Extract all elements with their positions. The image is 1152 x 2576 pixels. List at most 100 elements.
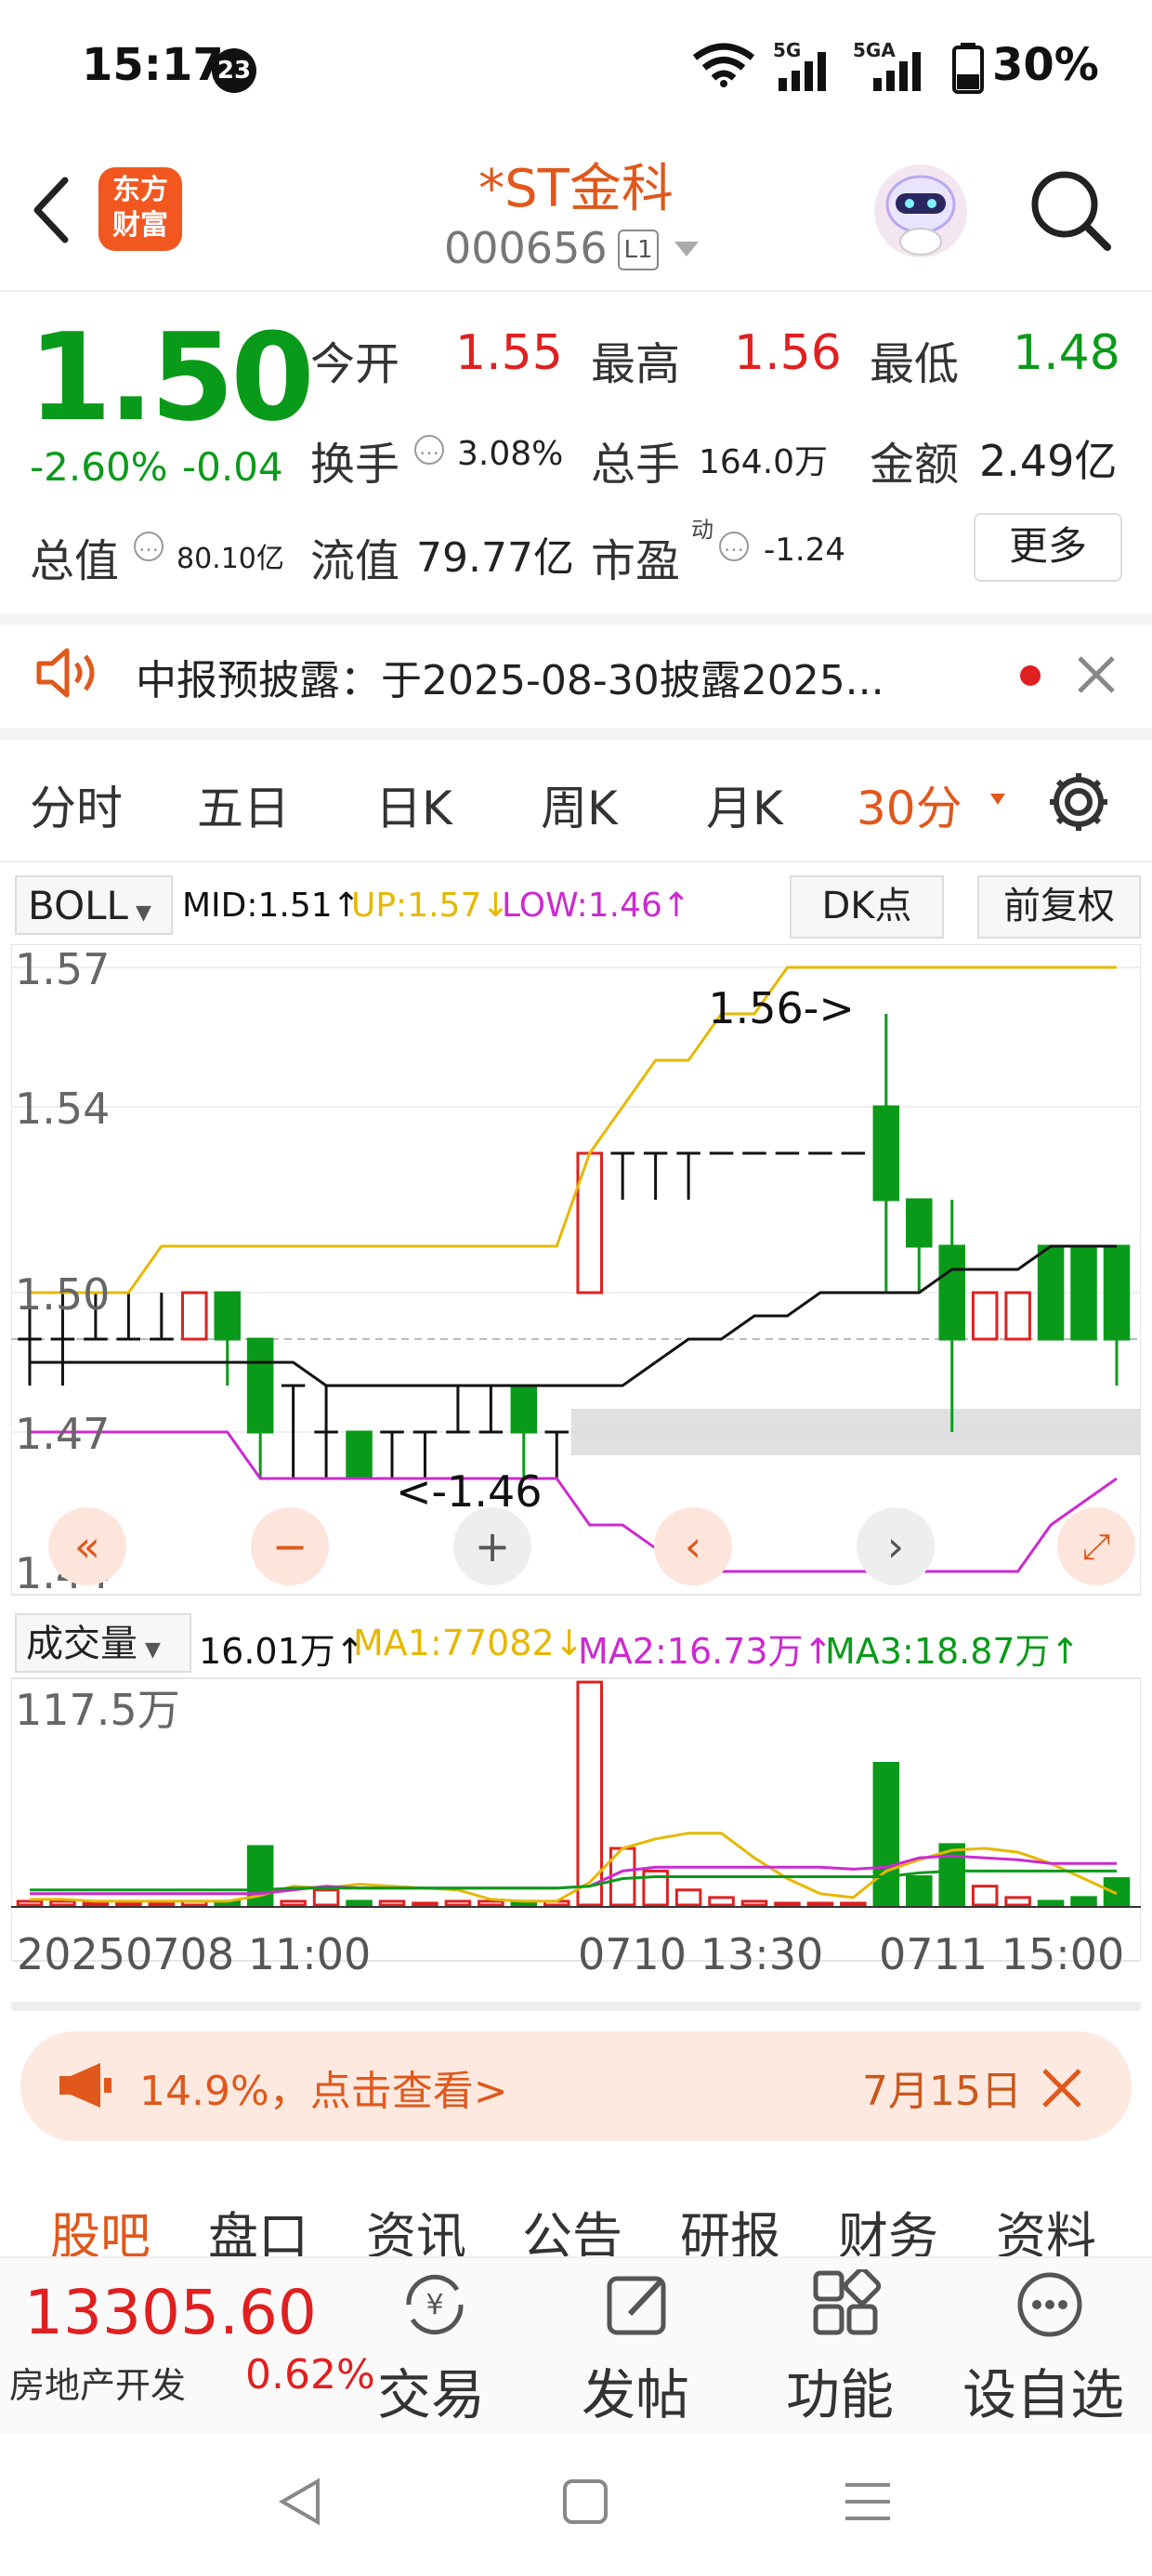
volume-bars — [11, 1680, 1141, 1908]
candle-body — [1103, 1244, 1131, 1341]
sector-index-value[interactable]: 13305.60 — [24, 2277, 317, 2348]
notice-text[interactable]: 中报预披露：于2025-08-30披露2025... — [136, 647, 884, 706]
battery-icon — [952, 43, 984, 94]
nav-menu-icon[interactable] — [842, 2476, 894, 2528]
price-range-band — [570, 1409, 1141, 1455]
status-time: 15:17 — [82, 39, 224, 91]
settings-gear-icon[interactable] — [1044, 768, 1113, 836]
volume-bar — [840, 1901, 867, 1907]
candle-body — [346, 1430, 373, 1480]
megaphone-icon — [59, 2063, 111, 2108]
pe-label: 市盈 — [591, 535, 681, 587]
info-icon[interactable]: … — [719, 532, 749, 561]
more-dots-icon[interactable] — [1015, 2269, 1085, 2340]
x-axis-label-mid: 0710 13:30 — [578, 1929, 824, 1979]
volume-ma2: MA2:16.73万↑ — [578, 1631, 833, 1672]
zoom-in-button[interactable]: + — [453, 1507, 531, 1585]
candle-body — [246, 1337, 274, 1434]
sector-index-change[interactable]: 0.62% — [245, 2351, 375, 2399]
tab-monthly-k[interactable]: 月K — [706, 771, 783, 838]
functions-button[interactable]: 功能 — [786, 2351, 894, 2429]
candle-body — [181, 1291, 208, 1341]
sector-index-name[interactable]: 房地产开发 — [9, 2357, 186, 2408]
x-axis-label-end: 0711 15:00 — [879, 1929, 1125, 1979]
trade-button[interactable]: 交易 — [377, 2351, 485, 2429]
nav-back-icon[interactable] — [275, 2476, 327, 2528]
kline-chart[interactable]: 1.571.541.501.471.441.56-><-1.46117.5万 — [11, 944, 1141, 2041]
chart-overlays — [570, 1409, 1141, 1455]
robot-assistant-icon[interactable] — [870, 160, 972, 262]
dk-point-button[interactable]: DK点 — [790, 875, 944, 939]
scroll-left-button[interactable]: ‹ — [654, 1507, 732, 1585]
fullscreen-expand-icon[interactable]: ⤢ — [1057, 1507, 1135, 1585]
adjust-price-button[interactable]: 前复权 — [977, 875, 1141, 939]
boll-lines — [30, 966, 1118, 1573]
battery-percent: 30% — [992, 39, 1099, 91]
section-gap — [0, 729, 1152, 740]
wifi-icon — [692, 43, 755, 87]
volume-bar — [16, 1899, 44, 1907]
volume-bar — [412, 1901, 439, 1907]
amount-value: 2.49亿 — [979, 436, 1118, 486]
close-icon[interactable] — [1074, 652, 1119, 697]
stock-code: 000656 — [444, 223, 608, 273]
indicator-select[interactable]: BOLL ▼ — [15, 875, 173, 935]
low-label: 最低 — [870, 338, 960, 390]
zoom-out-button[interactable]: − — [251, 1507, 329, 1585]
tab-daily-k[interactable]: 日K — [375, 771, 452, 838]
tab-five-day[interactable]: 五日 — [197, 771, 290, 838]
info-icon[interactable]: … — [414, 435, 444, 465]
chart-scroll-track[interactable] — [11, 2002, 1141, 2011]
volume-bar — [576, 1680, 603, 1907]
low-value: 1.48 — [1013, 325, 1120, 381]
volume-bar — [478, 1899, 504, 1907]
y-axis-label: 1.57 — [15, 944, 110, 994]
low-annotation: <-1.46 — [396, 1466, 543, 1517]
info-icon[interactable]: … — [134, 532, 164, 561]
nav-home-icon[interactable] — [559, 2476, 611, 2528]
candle-body — [1037, 1244, 1065, 1341]
volume-bar — [346, 1899, 373, 1907]
search-icon[interactable] — [1026, 165, 1115, 255]
volume-indicator-select[interactable]: 成交量 ▼ — [15, 1613, 191, 1673]
promo-text[interactable]: 14.9%，点击查看> — [139, 2057, 508, 2117]
volume-bar — [971, 1885, 999, 1907]
last-price: 1.50 — [28, 307, 315, 448]
section-gap — [0, 613, 1152, 624]
volume-bar — [82, 1901, 110, 1907]
tab-30min[interactable]: 30分 — [857, 771, 962, 838]
volume-bar — [906, 1875, 933, 1907]
volume-panel-frame — [11, 1677, 1141, 1962]
more-button[interactable]: 更多 — [974, 513, 1122, 582]
volume-bar — [280, 1899, 307, 1907]
dropdown-triangle-icon[interactable] — [673, 240, 700, 258]
scroll-right-button[interactable]: › — [857, 1507, 935, 1585]
scroll-far-left-button[interactable]: « — [48, 1507, 126, 1585]
x-axis-label-start: 20250708 11:00 — [17, 1929, 372, 1979]
grid-functions-icon[interactable] — [810, 2269, 881, 2340]
post-button[interactable]: 发帖 — [582, 2351, 689, 2429]
candle-body — [938, 1244, 965, 1341]
volume-bar — [872, 1762, 900, 1907]
y-axis-label: 1.54 — [15, 1084, 110, 1134]
add-watchlist-button[interactable]: 设自选 — [962, 2351, 1124, 2429]
tab-weekly-k[interactable]: 周K — [541, 771, 618, 838]
candle-body — [971, 1291, 999, 1341]
edit-post-icon[interactable] — [604, 2269, 674, 2340]
tab-intraday[interactable]: 分时 — [30, 771, 123, 838]
cellular-signal-icon — [779, 52, 826, 91]
y-axis-label: 1.47 — [15, 1409, 110, 1459]
volume-label: 总手 — [591, 439, 681, 491]
status-bar: 15:17 23 5G 5GA 30% — [0, 0, 1152, 139]
candle-body — [906, 1198, 933, 1248]
boll-up: UP:1.57↓ — [351, 887, 510, 925]
level-badge: L1 — [618, 230, 659, 270]
y-axis-label: 1.50 — [15, 1269, 110, 1320]
trade-yen-icon[interactable]: ¥ — [399, 2269, 470, 2340]
promo-date: 7月15日 — [862, 2068, 1022, 2115]
volume-value: 16.01万↑ — [199, 1631, 365, 1672]
pe-dynamic-mark: 动 — [691, 517, 713, 543]
close-icon[interactable] — [1039, 2065, 1085, 2111]
volume-bar — [806, 1901, 834, 1907]
volume-bar — [148, 1901, 176, 1907]
